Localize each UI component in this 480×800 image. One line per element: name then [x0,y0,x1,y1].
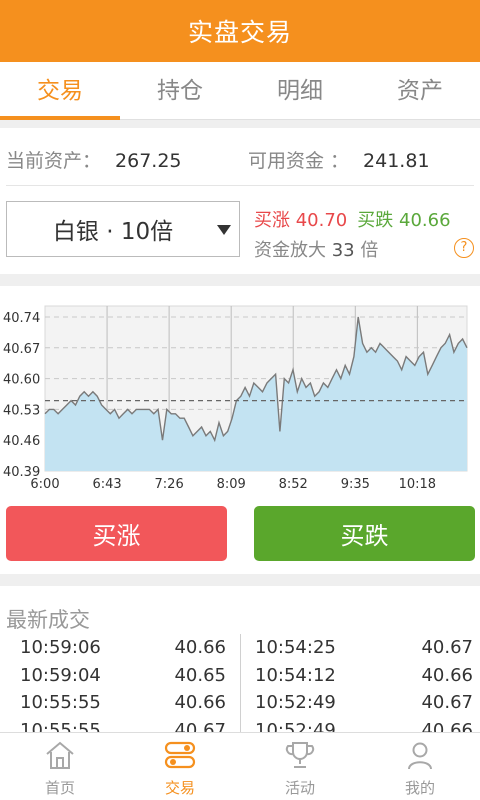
page-title: 实盘交易 [187,18,292,47]
trade-row: 10:52:49 40.67 [255,689,473,717]
available-funds-value: 241.81 [363,150,430,172]
current-assets-value: 267.25 [115,150,182,172]
home-icon [46,741,74,769]
tab-bar: 交易 持仓 明细 资产 [0,62,480,120]
latest-trades: 最新成交 10:59:06 40.66 10:59:04 40.65 10:55:5… [0,586,480,732]
current-assets: 当前资产： 267.25 [6,146,182,173]
nav-home-label: 首页 [44,779,75,797]
trade-time: 10:55:55 [20,692,101,713]
trade-price: 40.65 [174,664,226,686]
price-chart: 6:00 6:43 7:26 8:09 8:52 9:35 10:18 40.74 40.67 4… [0,286,480,494]
column-divider [240,634,241,732]
y-tick-label: 40.46 [3,434,40,449]
trade-time: 10:59:06 [20,637,101,658]
app-root: 实盘交易 交易 持仓 明细 资产 当前资产： 267.25 可用资金 ： 241.8… [0,0,480,800]
latest-trades-title: 最新成交 [6,608,90,632]
leverage-prefix: 资金放大 [254,240,332,261]
tab-details[interactable]: 明细 [240,62,360,119]
nav-activity-label: 活动 [284,779,315,797]
y-tick-label: 40.67 [3,342,40,357]
nav-trade[interactable]: 交易 [120,733,240,800]
nav-home[interactable]: 首页 [0,733,120,800]
trade-time: 10:54:12 [255,664,336,686]
x-tick-label: 9:35 [341,477,370,492]
trade-row: 10:55:55 40.67 [20,717,226,733]
user-icon [408,742,432,770]
divider [6,185,474,186]
trophy-icon [285,742,315,768]
x-tick-label: 8:52 [279,477,308,492]
price-chart-svg: 6:00 6:43 7:26 8:09 8:52 9:35 10:1840.7440.674… [3,305,468,492]
action-buttons: 买涨 买跌 [0,494,480,574]
available-funds-label: 可用资金 ： [248,150,350,172]
trade-row: 10:59:04 40.65 [20,662,226,690]
y-tick-label: 40.39 [3,465,40,480]
account-panel: 当前资产： 267.25 可用资金 ： 241.81 白银 · 10倍 买涨 40.… [0,128,480,274]
trade-row: 10:54:25 40.67 [255,634,473,662]
trade-row: 10:55:55 40.66 [20,689,226,717]
y-tick-label: 40.74 [3,311,40,326]
product-select[interactable]: 白银 · 10倍 [6,201,240,257]
trades-column-left: 10:59:06 40.66 10:59:04 40.65 10:55:55 40.6… [20,634,226,732]
price-quote: 买涨 40.70 买跌 40.66 [254,206,451,232]
trade-price: 40.66 [174,692,226,713]
leverage-suffix: 倍 [354,240,379,261]
x-tick-label: 7:26 [155,477,184,492]
tab-assets[interactable]: 资产 [360,62,480,119]
trade-time: 10:52:49 [255,692,336,713]
y-tick-label: 40.60 [3,373,40,388]
trade-price: 40.66 [421,664,473,686]
trades-column-right: 10:54:25 40.67 10:54:12 40.66 10:52:49 40.6… [255,634,473,732]
nav-mine[interactable]: 我的 [360,733,480,800]
trade-price: 40.67 [421,637,473,658]
buy-up-price: 买涨 40.70 [254,210,348,231]
trade-time: 10:52:49 [255,719,336,733]
x-tick-label: 10:18 [399,477,436,492]
current-assets-label: 当前资产： [6,150,102,172]
trade-price: 40.66 [174,637,226,658]
buy-down-price: 买跌 40.66 [357,210,451,231]
trade-time: 10:55:55 [20,719,101,733]
available-funds: 可用资金 ： 241.81 [248,146,430,173]
leverage-info: 资金放大 33 倍 [254,236,378,262]
buy-up-button[interactable]: 买涨 [6,506,227,561]
trade-row: 10:52:49 40.66 [255,717,473,733]
trade-time: 10:59:04 [20,664,101,686]
nav-trade-label: 交易 [164,779,195,797]
y-tick-label: 40.53 [3,403,40,418]
title-bar: 实盘交易 [0,0,480,62]
tab-trade[interactable]: 交易 [0,62,120,120]
trade-toggle-icon [164,741,196,769]
trade-row: 10:59:06 40.66 [20,634,226,662]
x-tick-label: 8:09 [217,477,246,492]
tab-positions[interactable]: 持仓 [120,62,240,119]
trade-price: 40.67 [421,692,473,713]
x-tick-label: 6:43 [92,477,121,492]
leverage-value: 33 [331,240,355,261]
trade-row: 10:54:12 40.66 [255,662,473,690]
trade-price: 40.67 [174,719,226,733]
dropdown-arrow-icon [217,225,231,235]
trade-price: 40.66 [421,719,473,733]
help-icon[interactable]: ? [454,238,474,258]
nav-mine-label: 我的 [404,779,435,797]
nav-activity[interactable]: 活动 [240,733,360,800]
bottom-nav: 首页 交易 活动 我的 [0,732,480,800]
buy-down-button[interactable]: 买跌 [254,506,475,561]
trade-time: 10:54:25 [255,637,336,658]
product-select-value: 白银 · 10倍 [52,219,174,245]
